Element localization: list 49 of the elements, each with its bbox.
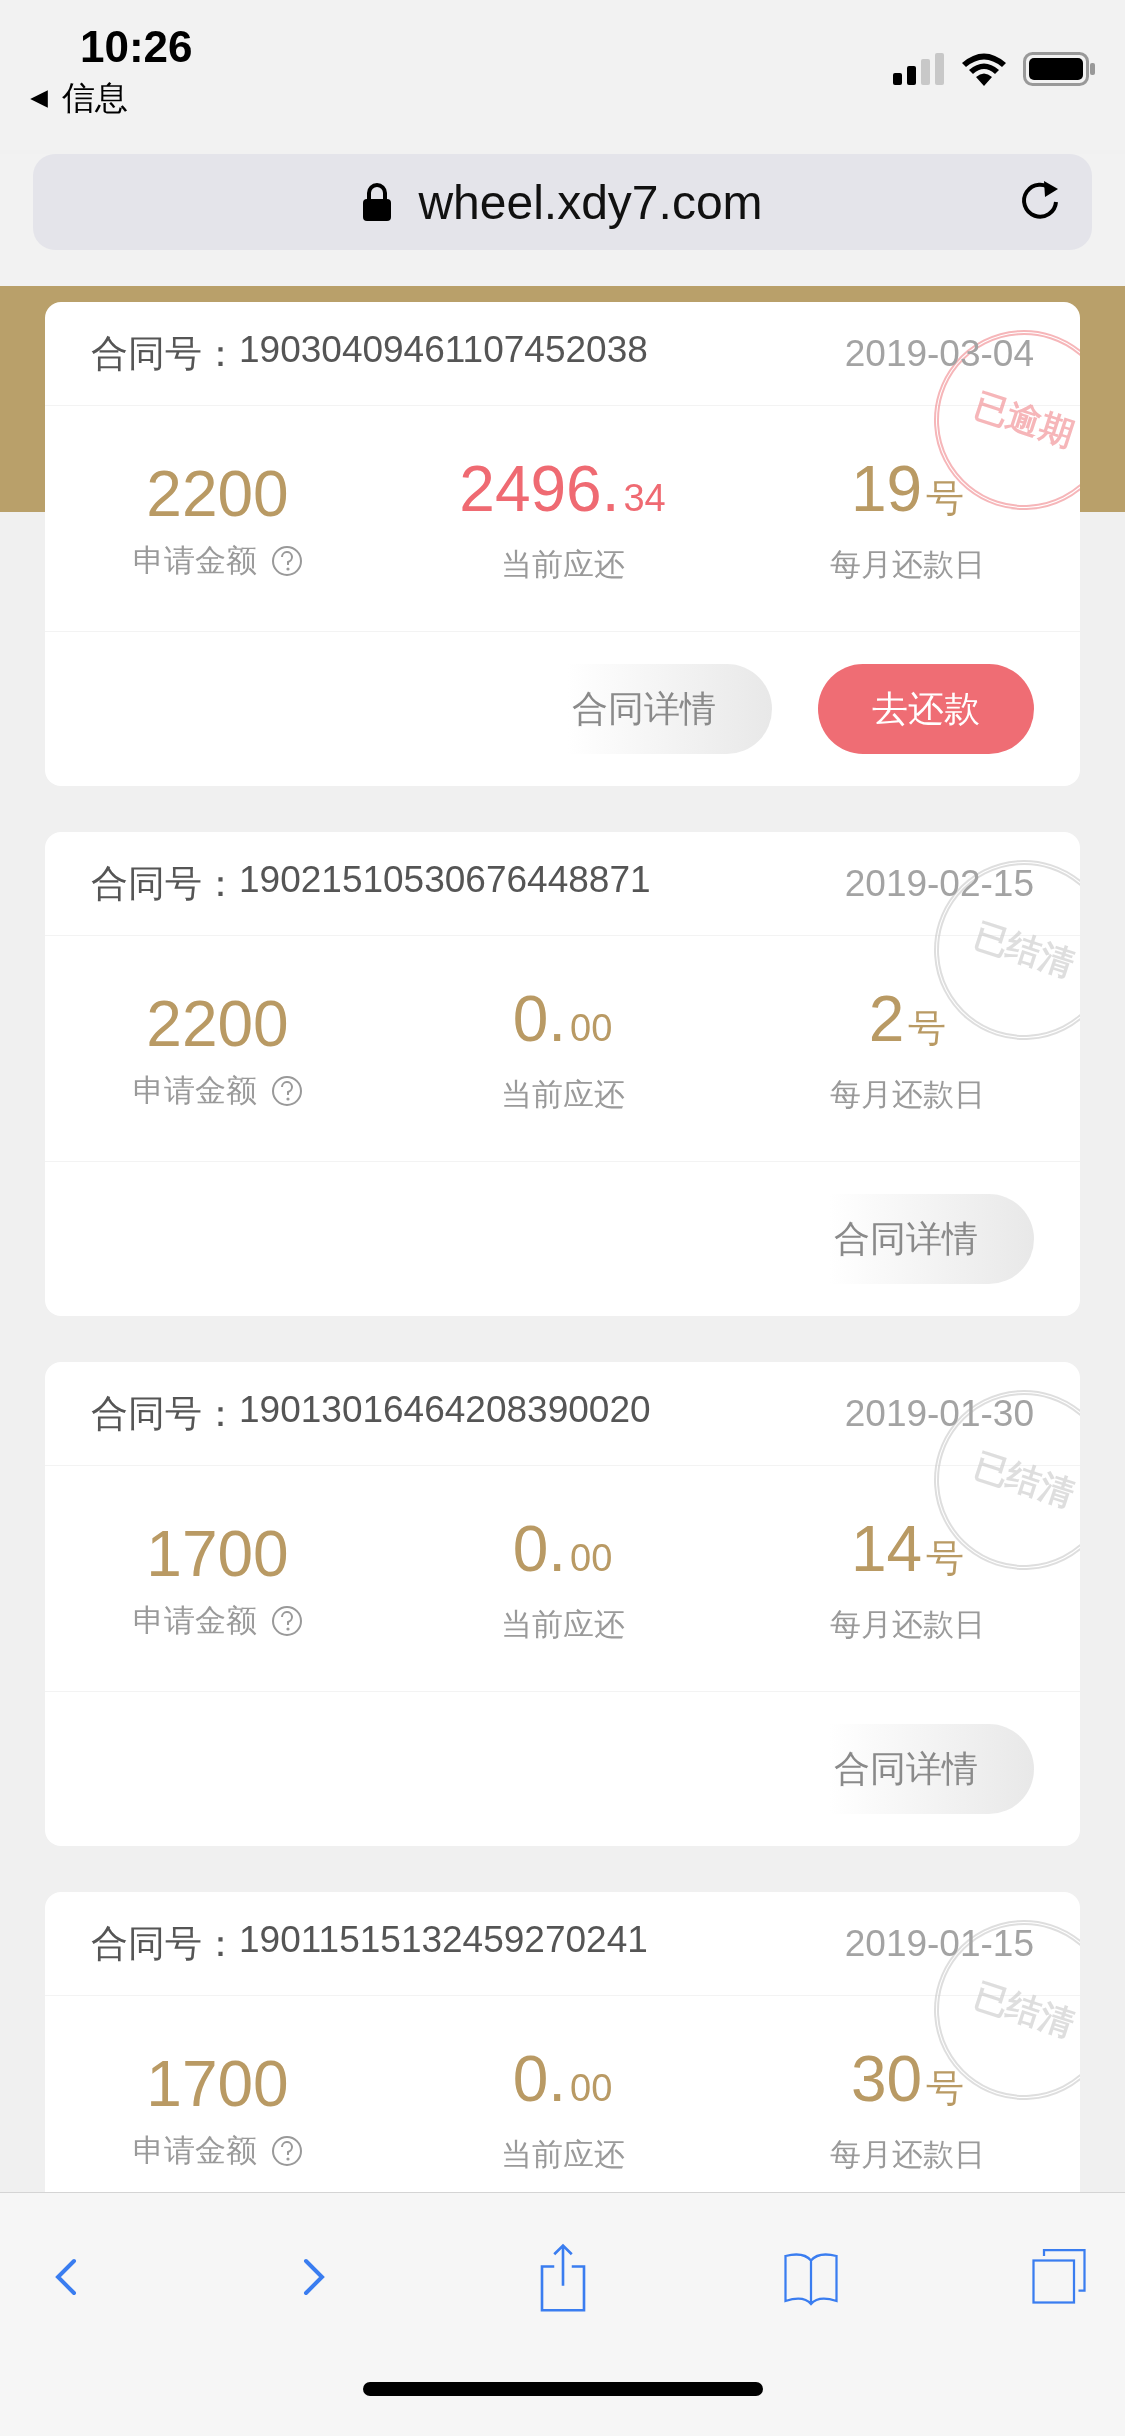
help-icon[interactable] bbox=[270, 2134, 303, 2167]
contract-date: 2019-02-15 bbox=[844, 862, 1034, 905]
help-icon[interactable] bbox=[270, 1604, 303, 1637]
contract-date: 2019-01-30 bbox=[844, 1392, 1034, 1435]
contract-label: 合同号： bbox=[91, 1921, 239, 1966]
due-label: 当前应还 bbox=[500, 546, 625, 584]
url-text: wheel.xdy7.com bbox=[418, 174, 763, 230]
contract-label: 合同号： bbox=[91, 1391, 239, 1436]
back-arrow-icon bbox=[28, 87, 50, 110]
amount-label: 申请金额 bbox=[132, 541, 257, 580]
wifi-icon bbox=[961, 52, 1007, 86]
amount-value: 1700 bbox=[146, 1516, 289, 1592]
repay-day: 2号 bbox=[868, 981, 947, 1066]
amount-label: 申请金额 bbox=[132, 1071, 257, 1110]
due-value: 0.00 bbox=[512, 2042, 613, 2117]
due-label: 当前应还 bbox=[500, 1606, 625, 1644]
repay-day-label: 每月还款日 bbox=[830, 2136, 985, 2174]
contract-number: 19021510530676448871 bbox=[239, 858, 651, 902]
lock-icon bbox=[362, 182, 393, 222]
repay-day: 14号 bbox=[850, 1511, 965, 1596]
battery-icon bbox=[1023, 52, 1095, 86]
repay-day: 30号 bbox=[850, 2041, 965, 2126]
contract-number: 19030409461107452038 bbox=[239, 328, 648, 372]
repay-button[interactable]: 去还款 bbox=[818, 664, 1034, 754]
due-value: 2496.34 bbox=[459, 452, 666, 527]
repay-day-label: 每月还款日 bbox=[830, 546, 985, 584]
contract-number: 19013016464208390020 bbox=[239, 1388, 651, 1432]
amount-label: 申请金额 bbox=[132, 2131, 257, 2170]
amount-label: 申请金额 bbox=[132, 1601, 257, 1640]
contract-label: 合同号： bbox=[91, 331, 239, 376]
repay-day-label: 每月还款日 bbox=[830, 1606, 985, 1644]
back-link[interactable]: 信息 bbox=[28, 76, 193, 121]
due-label: 当前应还 bbox=[500, 1076, 625, 1114]
due-label: 当前应还 bbox=[500, 2136, 625, 2174]
due-value: 0.00 bbox=[512, 1512, 613, 1587]
repay-day-label: 每月还款日 bbox=[830, 1076, 985, 1114]
amount-value: 2200 bbox=[146, 986, 289, 1062]
amount-value: 1700 bbox=[146, 2046, 289, 2122]
signal-icon bbox=[893, 53, 945, 85]
help-icon[interactable] bbox=[270, 1074, 303, 1107]
repay-day: 19号 bbox=[850, 451, 965, 536]
address-bar[interactable]: wheel.xdy7.com bbox=[33, 154, 1092, 250]
clock-time: 10:26 bbox=[80, 22, 193, 72]
contract-label: 合同号： bbox=[91, 861, 239, 906]
amount-value: 2200 bbox=[146, 456, 289, 532]
contract-date: 2019-01-15 bbox=[844, 1922, 1034, 1965]
due-value: 0.00 bbox=[512, 982, 613, 1057]
contract-number: 19011515132459270241 bbox=[239, 1918, 648, 1962]
help-icon[interactable] bbox=[270, 544, 303, 577]
